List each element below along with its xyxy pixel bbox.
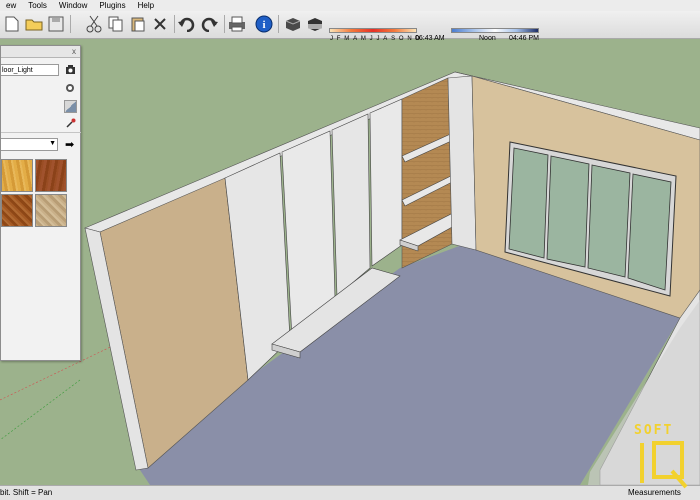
- menu-help[interactable]: Help: [132, 0, 160, 11]
- time-slider[interactable]: [451, 28, 539, 33]
- paste-icon[interactable]: [128, 14, 148, 34]
- create-material-icon[interactable]: [64, 64, 77, 77]
- menu-view[interactable]: ew: [0, 0, 22, 11]
- toolbar-separator: [224, 15, 225, 33]
- undo-icon[interactable]: [176, 14, 196, 34]
- watermark-iq-glyph: [640, 441, 688, 489]
- fog-icon[interactable]: [305, 14, 325, 34]
- divider: [1, 132, 81, 133]
- erase-icon[interactable]: [150, 14, 170, 34]
- material-swatch[interactable]: [1, 194, 33, 227]
- watermark-text: SOFT: [634, 423, 674, 438]
- model-info-icon[interactable]: i: [254, 14, 274, 34]
- close-icon[interactable]: x: [72, 47, 76, 56]
- wall-corner-edge: [447, 75, 477, 251]
- material-swatch[interactable]: [35, 194, 67, 227]
- details-arrow-icon[interactable]: ➡: [65, 138, 74, 151]
- room-model: [0, 71, 700, 485]
- menu-bar: ew Tools Window Plugins Help: [0, 0, 700, 11]
- status-bar: bit. Shift = Pan Measurements: [0, 485, 700, 500]
- paint-bucket-icon[interactable]: [64, 82, 77, 95]
- model-viewport[interactable]: [0, 40, 700, 485]
- material-name-field[interactable]: loor_Light: [1, 64, 59, 76]
- materials-window: x loor_Light ▼ ➡: [0, 45, 81, 361]
- menu-tools[interactable]: Tools: [22, 0, 53, 11]
- material-swatch[interactable]: [1, 159, 33, 192]
- eyedropper-icon[interactable]: [64, 118, 77, 131]
- svg-text:i: i: [262, 19, 265, 31]
- save-icon[interactable]: [46, 14, 66, 34]
- material-swatch[interactable]: [35, 159, 67, 192]
- wardrobe-door-4: [369, 98, 403, 267]
- toolbar-separator: [70, 15, 71, 33]
- material-swatch-grid: [1, 159, 69, 231]
- chevron-down-icon: ▼: [49, 140, 56, 147]
- green-axis: [0, 379, 81, 441]
- material-preview: [64, 100, 77, 113]
- toolbar-separator: [278, 15, 279, 33]
- open-file-icon[interactable]: [24, 14, 44, 34]
- month-slider[interactable]: [329, 28, 417, 33]
- shadows-icon[interactable]: [283, 14, 303, 34]
- cut-icon[interactable]: [84, 14, 104, 34]
- status-hint-text: bit. Shift = Pan: [0, 488, 53, 497]
- redo-icon[interactable]: [200, 14, 220, 34]
- toolbar: i J F M A M J J A S O N D 06:43 AM Noon …: [0, 11, 700, 42]
- material-library-select[interactable]: ▼: [1, 138, 58, 151]
- wardrobe-door-3: [331, 113, 371, 297]
- watermark-logo: SOFT: [634, 423, 692, 489]
- toolbar-separator: [174, 15, 175, 33]
- copy-icon[interactable]: [106, 14, 126, 34]
- materials-window-titlebar[interactable]: x: [1, 46, 80, 58]
- menu-window[interactable]: Window: [53, 0, 93, 11]
- new-file-icon[interactable]: [2, 14, 22, 34]
- measurements-label: Measurements: [628, 488, 681, 497]
- menu-plugins[interactable]: Plugins: [93, 0, 131, 11]
- print-icon[interactable]: [227, 14, 247, 34]
